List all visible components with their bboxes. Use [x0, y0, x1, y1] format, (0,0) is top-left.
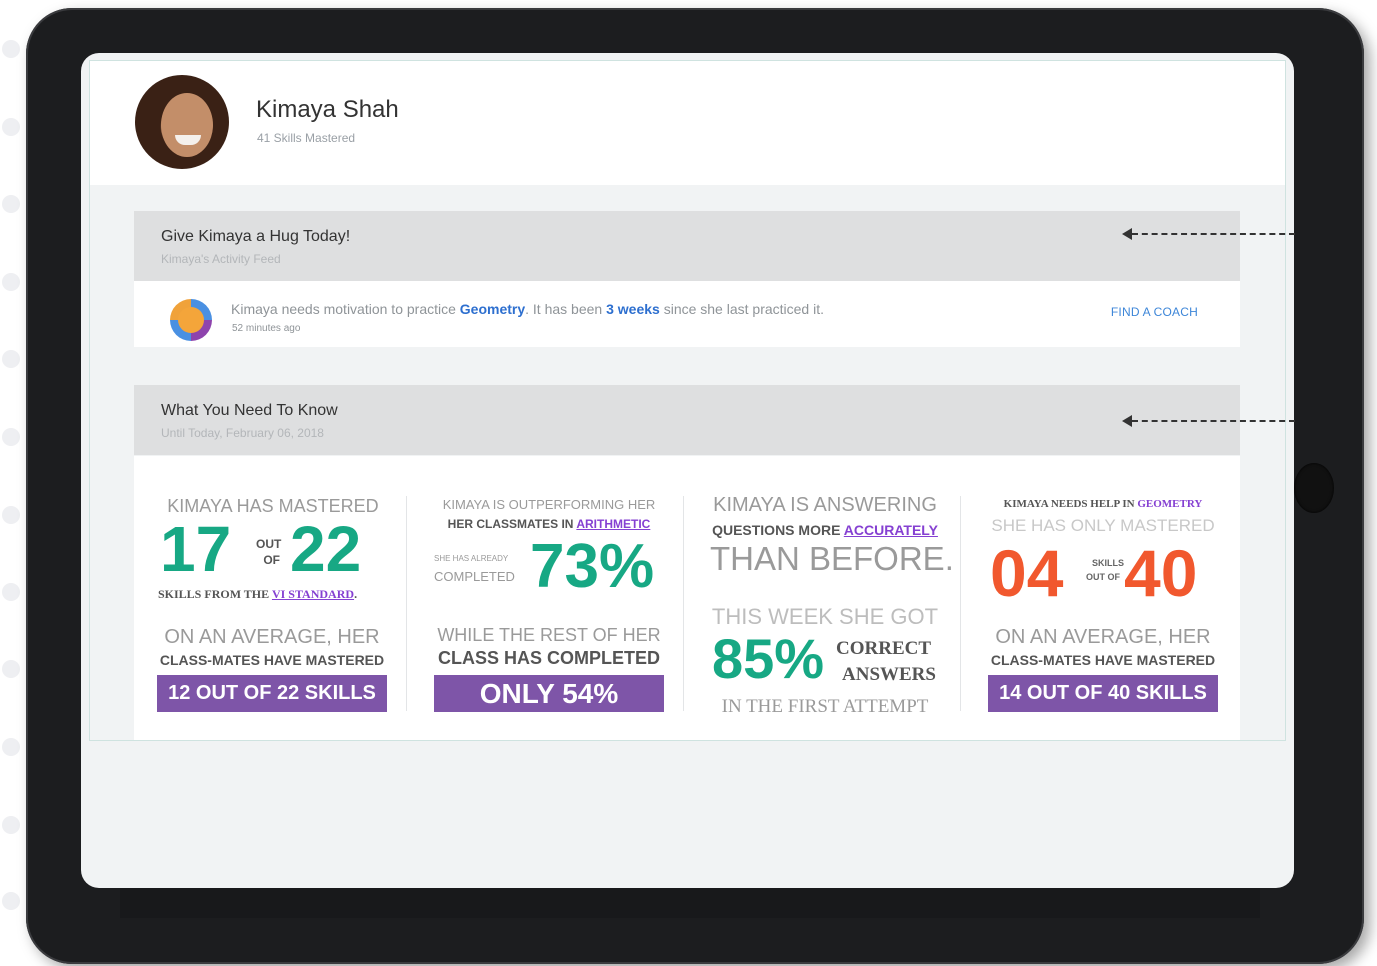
- stat1-value: 17: [160, 513, 232, 585]
- stat2-class-bar: ONLY 54%: [434, 675, 664, 712]
- feed-duration: 3 weeks: [606, 301, 660, 317]
- home-button[interactable]: [1294, 463, 1334, 513]
- decorative-dots: [0, 30, 22, 930]
- stat4-sub: SHE HAS ONLY MASTERED: [991, 516, 1215, 535]
- stat4-avg-line2: CLASS-MATES HAVE MASTERED: [990, 652, 1216, 668]
- hug-section-subtitle: Kimaya's Activity Feed: [161, 252, 281, 266]
- stat3-line3: THAN BEFORE.: [710, 540, 954, 577]
- geometry-label[interactable]: GEOMETRY: [1137, 498, 1202, 510]
- arithmetic-link[interactable]: ARITHMETIC: [576, 517, 650, 531]
- stat4-total: 40: [1124, 536, 1198, 610]
- stat2-heading1: KIMAYA IS OUTPERFORMING HER: [442, 497, 656, 512]
- divider: [683, 496, 684, 711]
- stat-accuracy: KIMAYA IS ANSWERING QUESTIONS MORE ACCUR…: [686, 456, 962, 740]
- stat1-caption: SKILLS FROM THE VI STANDARD.: [158, 587, 358, 601]
- profile-header: Kimaya Shah 41 Skills Mastered: [90, 61, 1285, 185]
- stat1-avg-line1: ON AN AVERAGE, HER: [164, 626, 380, 648]
- activity-feed-item: Kimaya needs motivation to practice Geom…: [134, 281, 1240, 347]
- stat1-class-bar: 12 OUT OF 22 SKILLS: [157, 675, 387, 712]
- stat3-line1: KIMAYA IS ANSWERING: [713, 494, 937, 516]
- divider: [406, 496, 407, 711]
- hug-section-header: Give Kimaya a Hug Today! Kimaya's Activi…: [134, 211, 1240, 281]
- arrow-left-icon: [1122, 228, 1132, 240]
- stat-needs-help: KIMAYA NEEDS HELP IN GEOMETRY SHE HAS ON…: [964, 456, 1240, 740]
- stat1-total: 22: [290, 513, 362, 585]
- stat4-avg-line1: ON AN AVERAGE, HER: [995, 626, 1211, 648]
- tablet-screen: Kimaya Shah 41 Skills Mastered Give Kima…: [81, 53, 1294, 888]
- stat2-small1: SHE HAS ALREADY: [434, 554, 509, 563]
- stat2-heading2: HER CLASSMATES IN ARITHMETIC: [447, 517, 651, 531]
- stat4-heading: KIMAYA NEEDS HELP IN GEOMETRY: [1003, 498, 1203, 510]
- student-card: Kimaya Shah 41 Skills Mastered Give Kima…: [89, 60, 1286, 741]
- stat1-avg-line2: CLASS-MATES HAVE MASTERED: [159, 652, 385, 668]
- feed-timestamp: 52 minutes ago: [232, 323, 301, 334]
- hand-icon: [170, 299, 212, 341]
- stat-outperforming: KIMAYA IS OUTPERFORMING HER HER CLASSMAT…: [410, 456, 686, 740]
- skills-mastered-count: 41 Skills Mastered: [257, 131, 356, 145]
- arrow-left-icon: [1122, 415, 1132, 427]
- stat4-value: 04: [990, 536, 1064, 610]
- hug-section-title: Give Kimaya a Hug Today!: [161, 228, 351, 245]
- feed-subject[interactable]: Geometry: [460, 301, 525, 317]
- vi-standard-link[interactable]: VI STANDARD: [272, 587, 354, 601]
- stat3-value: 85%: [712, 627, 825, 690]
- accurately-link[interactable]: ACCURATELY: [844, 522, 938, 538]
- annotation-line: [1132, 233, 1295, 235]
- stat1-out-of: OUT OF: [256, 537, 282, 567]
- stat3-line2: QUESTIONS MORE ACCURATELY: [712, 522, 938, 538]
- know-section-title: What You Need To Know: [161, 402, 338, 419]
- stat3-line5: IN THE FIRST ATTEMPT: [721, 696, 929, 717]
- stat2-rest1: WHILE THE REST OF HER: [437, 625, 661, 645]
- annotation-line: [1132, 420, 1295, 422]
- stat2-rest2: CLASS HAS COMPLETED: [437, 648, 660, 668]
- stat4-class-bar: 14 OUT OF 40 SKILLS: [988, 675, 1218, 712]
- know-section-header: What You Need To Know Until Today, Febru…: [134, 385, 1240, 455]
- know-section-subtitle: Until Today, February 06, 2018: [161, 426, 324, 440]
- stat2-small2: COMPLETED: [434, 569, 515, 584]
- feed-message: Kimaya needs motivation to practice Geom…: [231, 301, 824, 317]
- tablet-bezel-bottom: [120, 888, 1260, 918]
- stat-mastered: KIMAYA HAS MASTERED 17 OUT OF 22 SKILLS F…: [134, 456, 410, 740]
- avatar[interactable]: [135, 75, 229, 169]
- stats-panel: KIMAYA HAS MASTERED 17 OUT OF 22 SKILLS F…: [134, 456, 1240, 740]
- find-coach-link[interactable]: FIND A COACH: [1111, 305, 1198, 319]
- stat2-value: 73%: [530, 532, 655, 601]
- divider: [960, 496, 961, 711]
- student-name: Kimaya Shah: [256, 96, 399, 123]
- stat3-correct: CORRECT: [836, 638, 932, 659]
- stat3-answers: ANSWERS: [842, 664, 936, 685]
- stat4-mid: SKILLS OUT OF: [1086, 558, 1125, 582]
